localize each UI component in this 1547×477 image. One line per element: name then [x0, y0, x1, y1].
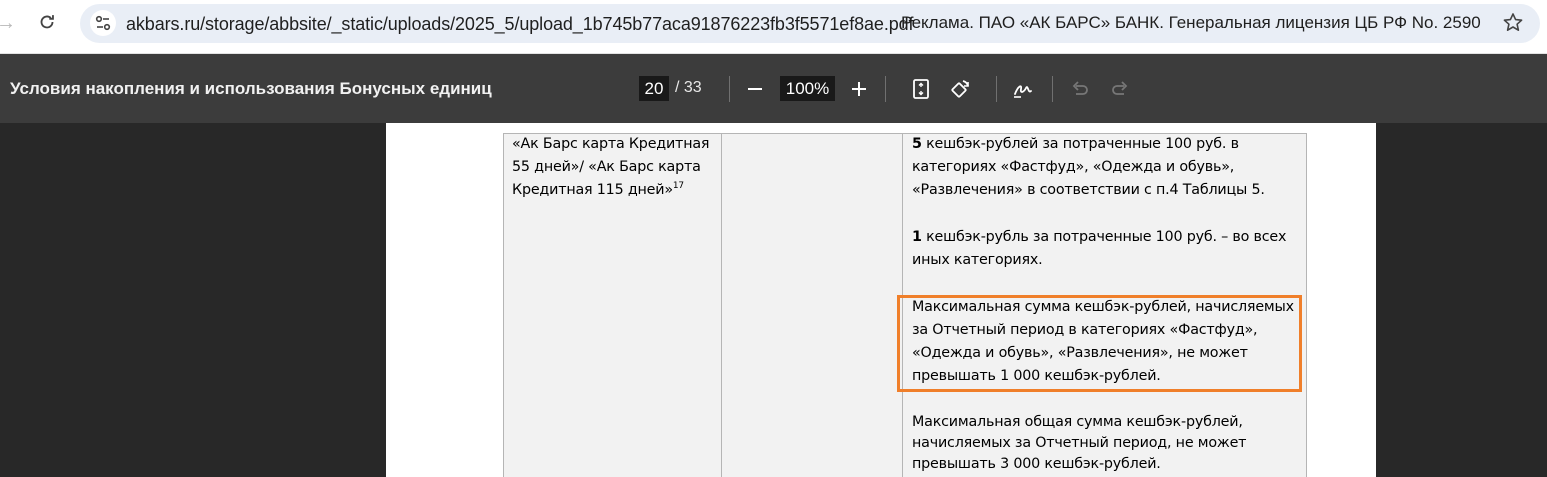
text-line: «Ак Барс карта Кредитная	[512, 136, 710, 152]
table-cell-empty	[721, 133, 903, 477]
text-line: категориях «Фастфуд», «Одежда и обувь»,	[912, 159, 1235, 175]
divider	[729, 76, 730, 102]
pdf-toolbar: Условия накопления и использования Бонус…	[0, 54, 1547, 123]
rotate-icon[interactable]	[948, 77, 972, 101]
divider	[1052, 76, 1053, 102]
text-line: «Развлечения» в соответствии с п.4 Табли…	[912, 182, 1265, 198]
url-text[interactable]: akbars.ru/storage/abbsite/_static/upload…	[126, 14, 914, 35]
page-total: / 33	[675, 79, 702, 96]
pdf-page: «Ак Барс карта Кредитная 55 дней»/ «Ак Б…	[386, 123, 1376, 477]
text-line: кешбэк-рублей за потраченные 100 руб. в	[921, 136, 1239, 152]
text-line: Кредитная 115 дней»	[512, 182, 673, 198]
text-line: 55 дней»/ «Ак Барс карта	[512, 159, 701, 175]
text-line: превышать 3 000 кешбэк-рублей.	[912, 456, 1161, 472]
footnote-marker: 17	[672, 181, 684, 191]
text-line: Максимальная общая сумма кешбэк-рублей,	[912, 414, 1243, 430]
address-bar[interactable]: akbars.ru/storage/abbsite/_static/upload…	[80, 4, 1540, 43]
site-info-icon[interactable]	[90, 10, 116, 36]
card-name-text: «Ак Барс карта Кредитная 55 дней»/ «Ак Б…	[512, 133, 710, 202]
zoom-in-icon[interactable]	[847, 77, 871, 101]
bold-number: 5	[912, 136, 922, 152]
redo-icon[interactable]	[1108, 77, 1132, 101]
text-line: начисляемых за Отчетный период, не может	[912, 435, 1247, 451]
cashback-rate-paragraph: 5 кешбэк-рублей за потраченные 100 руб. …	[912, 133, 1265, 202]
draw-annotation-icon[interactable]	[1011, 77, 1035, 101]
divider	[885, 76, 886, 102]
zoom-out-icon[interactable]	[743, 77, 767, 101]
highlight-box	[897, 295, 1302, 392]
undo-icon[interactable]	[1068, 77, 1092, 101]
reload-icon[interactable]	[36, 11, 58, 33]
total-limit-paragraph: Максимальная общая сумма кешбэк-рублей, …	[912, 412, 1247, 475]
forward-icon[interactable]: →	[0, 12, 16, 35]
bookmark-star-icon[interactable]	[1501, 11, 1525, 35]
text-line: кешбэк-рубль за потраченные 100 руб. – в…	[921, 229, 1287, 245]
base-rate-paragraph: 1 кешбэк-рубль за потраченные 100 руб. –…	[912, 226, 1286, 272]
page-number-input[interactable]: 20	[639, 76, 669, 101]
browser-toolbar: → akbars.ru/storage/abbsite/_static/uplo…	[0, 0, 1547, 54]
document-title: Условия накопления и использования Бонус…	[10, 79, 492, 98]
bold-number: 1	[912, 229, 922, 245]
text-line: иных категориях.	[912, 252, 1043, 268]
fit-page-icon[interactable]	[909, 77, 933, 101]
divider	[996, 76, 997, 102]
ad-overlay-text: Реклама. ПАО «АК БАРС» БАНК. Генеральная…	[901, 13, 1481, 32]
zoom-input[interactable]: 100%	[780, 76, 835, 101]
